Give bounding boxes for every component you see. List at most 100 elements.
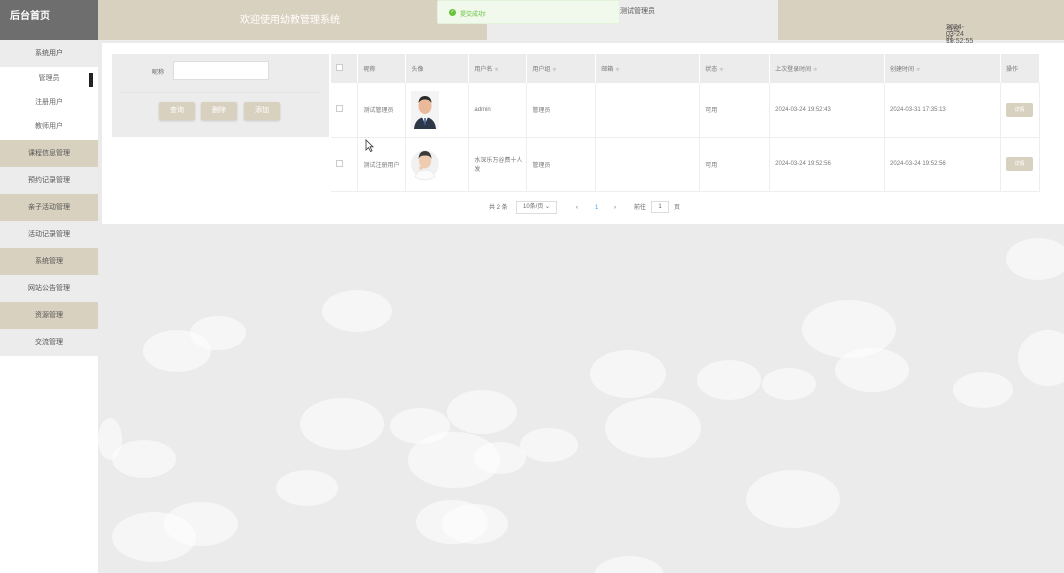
email-cell	[595, 83, 701, 138]
detail-button[interactable]: 详情	[1005, 157, 1033, 171]
goto-page-input[interactable]: 1	[651, 201, 669, 213]
bubble	[442, 504, 508, 544]
active-indicator	[89, 73, 93, 87]
header-label: 头像	[411, 67, 424, 73]
sort-icon[interactable]: ≑	[719, 67, 723, 73]
sidebar: 系统用户 管理员 注册用户 教师用户 课程信息管理 预约记录管理 亲子活动管理 …	[0, 40, 98, 573]
delete-button[interactable]: 删除	[201, 102, 237, 120]
sidebar-item-label: 网站公告管理	[28, 285, 70, 292]
nickname-cell: 测试管理员	[357, 83, 407, 138]
sidebar-subitem-admin[interactable]: 管理员	[0, 67, 98, 91]
goto-label: 前往	[634, 205, 647, 211]
sidebar-item-course-info[interactable]: 课程信息管理	[0, 140, 98, 167]
column-header-created[interactable]: 创建时间 ≑	[884, 54, 1001, 83]
group-cell: 管理员	[526, 83, 597, 138]
sort-icon[interactable]: ≑	[615, 67, 619, 73]
actions-cell: 详情	[1000, 137, 1041, 192]
sort-icon[interactable]: ≑	[552, 67, 556, 73]
bubble	[276, 470, 338, 506]
welcome-text: 欢迎使用幼教管理系统	[240, 15, 340, 26]
header-label: 邮箱	[601, 67, 614, 73]
sidebar-item-label: 亲子活动管理	[28, 204, 70, 211]
sidebar-item-system-users[interactable]: 系统用户	[0, 40, 98, 67]
logo-home[interactable]: 后台首页	[0, 0, 98, 40]
avatar[interactable]	[411, 145, 440, 183]
page-size-value: 10条/页	[523, 204, 544, 210]
sidebar-item-label: 交流管理	[35, 339, 63, 346]
logo-text: 后台首页	[10, 11, 50, 22]
email-cell	[595, 137, 701, 192]
avatar-cell	[405, 137, 470, 192]
sidebar-item-booking-records[interactable]: 预约记录管理	[0, 167, 98, 194]
sidebar-item-system-management[interactable]: 系统管理	[0, 248, 98, 275]
sort-icon[interactable]: ≑	[916, 67, 920, 73]
sidebar-item-label: 预约记录管理	[28, 177, 70, 184]
sidebar-item-resources[interactable]: 资源管理	[0, 302, 98, 329]
sidebar-item-label: 课程信息管理	[28, 150, 70, 157]
header-label: 上次登录时间	[775, 67, 812, 73]
next-page-button[interactable]: ›	[614, 201, 616, 215]
check-circle-icon: ✓	[449, 9, 456, 16]
bubble	[590, 350, 666, 398]
column-header-status[interactable]: 状态 ≑	[699, 54, 771, 83]
row-select-cell	[331, 83, 359, 138]
actions-cell: 详情	[1000, 83, 1041, 138]
bubble	[112, 440, 176, 478]
table-row: 测试管理员 admin 管理员 可用 2024-03-24 19:52:43 2…	[331, 83, 1041, 138]
bubble	[746, 470, 840, 528]
sidebar-item-label: 资源管理	[35, 312, 63, 319]
header-label: 用户组	[532, 67, 551, 73]
column-header-group[interactable]: 用户组 ≑	[526, 54, 597, 83]
current-user-name: 测试管理员	[620, 8, 655, 15]
bubble	[322, 290, 392, 332]
column-header-nickname: 昵称	[357, 54, 407, 83]
sort-icon[interactable]: ≑	[494, 67, 498, 73]
select-all-checkbox[interactable]	[336, 64, 343, 71]
sidebar-item-label: 系统管理	[35, 258, 63, 265]
page-number[interactable]: 1	[595, 201, 598, 215]
table-header-row: 昵称 头像 用户名 ≑ 用户组 ≑ 邮箱 ≑ 状态 ≑ 上次登录时间 ≑ 创建时间 ≑ 操作	[331, 54, 1041, 83]
sidebar-item-parent-child-activities[interactable]: 亲子活动管理	[0, 194, 98, 221]
sidebar-item-communication[interactable]: 交流管理	[0, 329, 98, 356]
welcome-bar: 欢迎使用幼教管理系统	[98, 0, 487, 40]
sidebar-item-label: 教师用户	[35, 123, 63, 130]
sidebar-item-label: 注册用户	[35, 99, 63, 106]
prev-page-button[interactable]: ‹	[576, 201, 578, 215]
bubble	[1018, 330, 1064, 386]
column-header-avatar: 头像	[405, 54, 470, 83]
sidebar-item-label: 系统用户	[35, 50, 63, 57]
bubble	[520, 428, 578, 462]
sidebar-item-site-announcements[interactable]: 网站公告管理	[0, 275, 98, 302]
total-count: 共 2 条	[489, 205, 508, 211]
header-label: 用户名	[474, 67, 493, 73]
last-login-cell: 2024-03-24 19:52:56	[769, 137, 886, 192]
sidebar-item-activity-records[interactable]: 活动记录管理	[0, 221, 98, 248]
column-header-username[interactable]: 用户名 ≑	[468, 54, 528, 83]
bubble	[953, 372, 1013, 408]
sidebar-item-label: 活动记录管理	[28, 231, 70, 238]
search-form: 昵称 查询 删除 添加	[112, 54, 329, 137]
bubble	[143, 330, 211, 372]
sidebar-subitem-teacher-users[interactable]: 教师用户	[0, 115, 98, 139]
username-cell: 水深乐万谷费十人发	[468, 137, 528, 192]
column-header-last-login[interactable]: 上次登录时间 ≑	[769, 54, 886, 83]
query-button[interactable]: 查询	[159, 102, 195, 120]
username-cell: admin	[468, 83, 528, 138]
sort-icon[interactable]: ≑	[813, 67, 817, 73]
nickname-search-input[interactable]	[173, 61, 269, 80]
row-checkbox[interactable]	[336, 159, 343, 167]
column-header-email[interactable]: 邮箱 ≑	[595, 54, 701, 83]
time-value: 2024-03-24 19:52:55	[946, 24, 974, 45]
status-cell: 可用	[699, 137, 771, 192]
divider	[120, 92, 321, 93]
header-label: 昵称	[363, 67, 376, 73]
page-size-select[interactable]: 10条/页 ⌄	[516, 201, 558, 214]
detail-button[interactable]: 详情	[1005, 102, 1033, 117]
avatar[interactable]	[411, 90, 440, 129]
page-suffix: 页	[674, 205, 681, 211]
sidebar-subitem-registered-users[interactable]: 注册用户	[0, 91, 98, 115]
row-checkbox[interactable]	[336, 105, 343, 113]
created-cell: 2024-03-31 17:35:13	[884, 83, 1001, 138]
sidebar-item-label: 管理员	[38, 75, 60, 82]
add-button[interactable]: 添加	[244, 102, 280, 120]
